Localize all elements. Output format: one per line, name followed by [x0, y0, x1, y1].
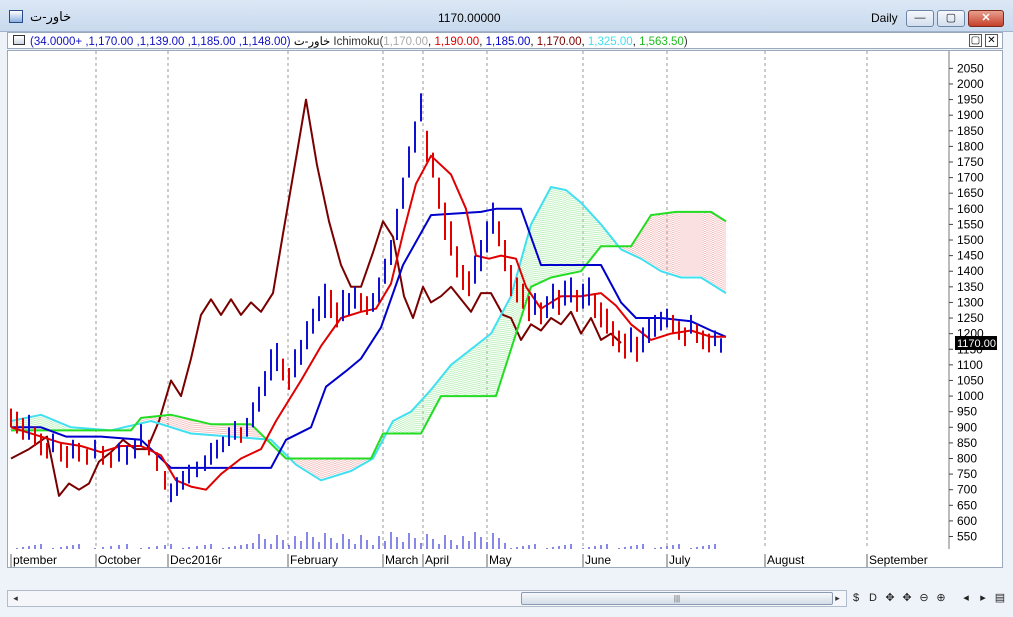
- chart-area[interactable]: 550 600 650 700 750 800 850 900 950 1000 1050 1100 1…: [7, 50, 1003, 568]
- info-paren-close: ): [683, 36, 688, 48]
- y-tick-label: 1100: [957, 358, 983, 372]
- y-tick-label: 1600: [957, 202, 984, 216]
- y-tick-label: 1650: [957, 186, 984, 200]
- toolbar-pan-icon[interactable]: ✥: [899, 590, 915, 606]
- info-ich-value-1: 1,170.00: [383, 36, 429, 48]
- toolbar-dollar-icon[interactable]: $: [848, 590, 864, 606]
- pane-restore-button[interactable]: ▢: [969, 34, 982, 47]
- y-tick-label: 1300: [957, 295, 984, 309]
- x-tick-label: Dec2016r: [170, 553, 222, 567]
- chart-toolbar: $ D ✥ ✥ ⊖ ⊕ ◂ ▸ ▤: [848, 590, 1008, 607]
- y-tick-label: 900: [957, 420, 977, 434]
- x-tick-label: June: [585, 553, 611, 567]
- y-tick-label: 1550: [957, 217, 984, 231]
- info-symbol: خاور-ت: [293, 36, 331, 48]
- y-tick-label: 1400: [957, 264, 984, 278]
- tenkan-line: [10, 154, 726, 491]
- scroll-forward-icon[interactable]: ▸: [975, 590, 991, 606]
- toolbar-d-icon[interactable]: D: [865, 590, 881, 606]
- info-ich-value-6: 1,563.50: [639, 36, 684, 48]
- y-tick-label: 1950: [957, 93, 984, 107]
- info-ich-value-4: 1,170.00: [536, 36, 582, 48]
- y-tick-label: 600: [957, 514, 977, 528]
- y-tick-label: 2000: [957, 77, 984, 91]
- chart-app-icon: [9, 10, 23, 23]
- window-price-title: 1170.00000: [438, 11, 501, 25]
- window-symbol-title: خاور-ت: [30, 9, 72, 24]
- scroll-right-arrow[interactable]: ▸: [830, 591, 845, 606]
- x-tick-label: May: [489, 553, 512, 567]
- toolbar-move-icon[interactable]: ✥: [882, 590, 898, 606]
- last-price-label: 1170.00: [957, 338, 996, 350]
- minimize-button[interactable]: —: [906, 10, 934, 27]
- y-tick-label: 1800: [957, 139, 984, 153]
- x-tick-label: February: [290, 553, 338, 567]
- info-text: خاور-ت (1,148.00, 1,185.00, 1,139.00, 1,…: [30, 36, 688, 48]
- y-tick-label: 1450: [957, 249, 984, 263]
- x-tick-label: September: [869, 553, 928, 567]
- y-tick-label: 850: [957, 436, 977, 450]
- scroll-back-icon[interactable]: ◂: [958, 590, 974, 606]
- zoom-in-icon[interactable]: ⊕: [933, 590, 949, 606]
- y-tick-label: 800: [957, 451, 977, 465]
- maximize-button[interactable]: ▢: [937, 10, 965, 27]
- y-tick-label: 1050: [957, 373, 984, 387]
- y-tick-label: 700: [957, 483, 977, 497]
- scroll-thumb[interactable]: |||: [521, 592, 833, 605]
- x-tick-label: October: [98, 553, 141, 567]
- x-tick-label: March: [385, 553, 418, 567]
- x-tick-label: July: [669, 553, 690, 567]
- y-tick-label: 1700: [957, 171, 984, 185]
- info-indicator-name: Ichimoku: [333, 36, 380, 48]
- info-ich-value-3: 1,185.00: [485, 36, 531, 48]
- x-tick-label: ptember: [13, 553, 57, 567]
- y-tick-label: 650: [957, 498, 977, 512]
- y-tick-label: 1250: [957, 311, 984, 325]
- info-ohlc: (1,148.00, 1,185.00, 1,139.00, 1,170.00,…: [30, 36, 291, 48]
- ichimoku-chart: 550 600 650700 750 800850 900950 1000 10501100 1…: [8, 51, 1002, 567]
- x-tick-label: August: [767, 553, 805, 567]
- pane-close-button[interactable]: ✕: [985, 34, 998, 47]
- window-titlebar: خاور-ت 1170.00000 Daily — ▢ ✕: [0, 0, 1013, 32]
- close-button[interactable]: ✕: [968, 10, 1004, 27]
- zoom-out-icon[interactable]: ⊖: [916, 590, 932, 606]
- window-period: Daily: [871, 11, 898, 25]
- toolbar-menu-icon[interactable]: ▤: [992, 590, 1008, 606]
- info-ich-value-2: 1,190.00: [434, 36, 480, 48]
- y-tick-label: 950: [957, 405, 977, 419]
- chart-info-bar: خاور-ت (1,148.00, 1,185.00, 1,139.00, 1,…: [7, 32, 1003, 49]
- y-tick-label: 1350: [957, 280, 984, 294]
- y-tick-label: 1500: [957, 233, 984, 247]
- y-tick-label: 750: [957, 467, 977, 481]
- y-tick-label: 1750: [957, 155, 984, 169]
- horizontal-scrollbar[interactable]: ◂ ||| ▸: [7, 590, 847, 607]
- scroll-left-arrow[interactable]: ◂: [8, 591, 23, 606]
- y-tick-label: 1900: [957, 108, 984, 122]
- y-tick-label: 1850: [957, 124, 984, 138]
- y-tick-label: 2050: [957, 61, 984, 75]
- y-tick-label: 550: [957, 530, 977, 544]
- info-ich-value-5: 1,325.00: [587, 36, 633, 48]
- y-tick-label: 1000: [957, 389, 984, 403]
- x-tick-label: April: [425, 553, 449, 567]
- chart-window-icon: [13, 35, 25, 45]
